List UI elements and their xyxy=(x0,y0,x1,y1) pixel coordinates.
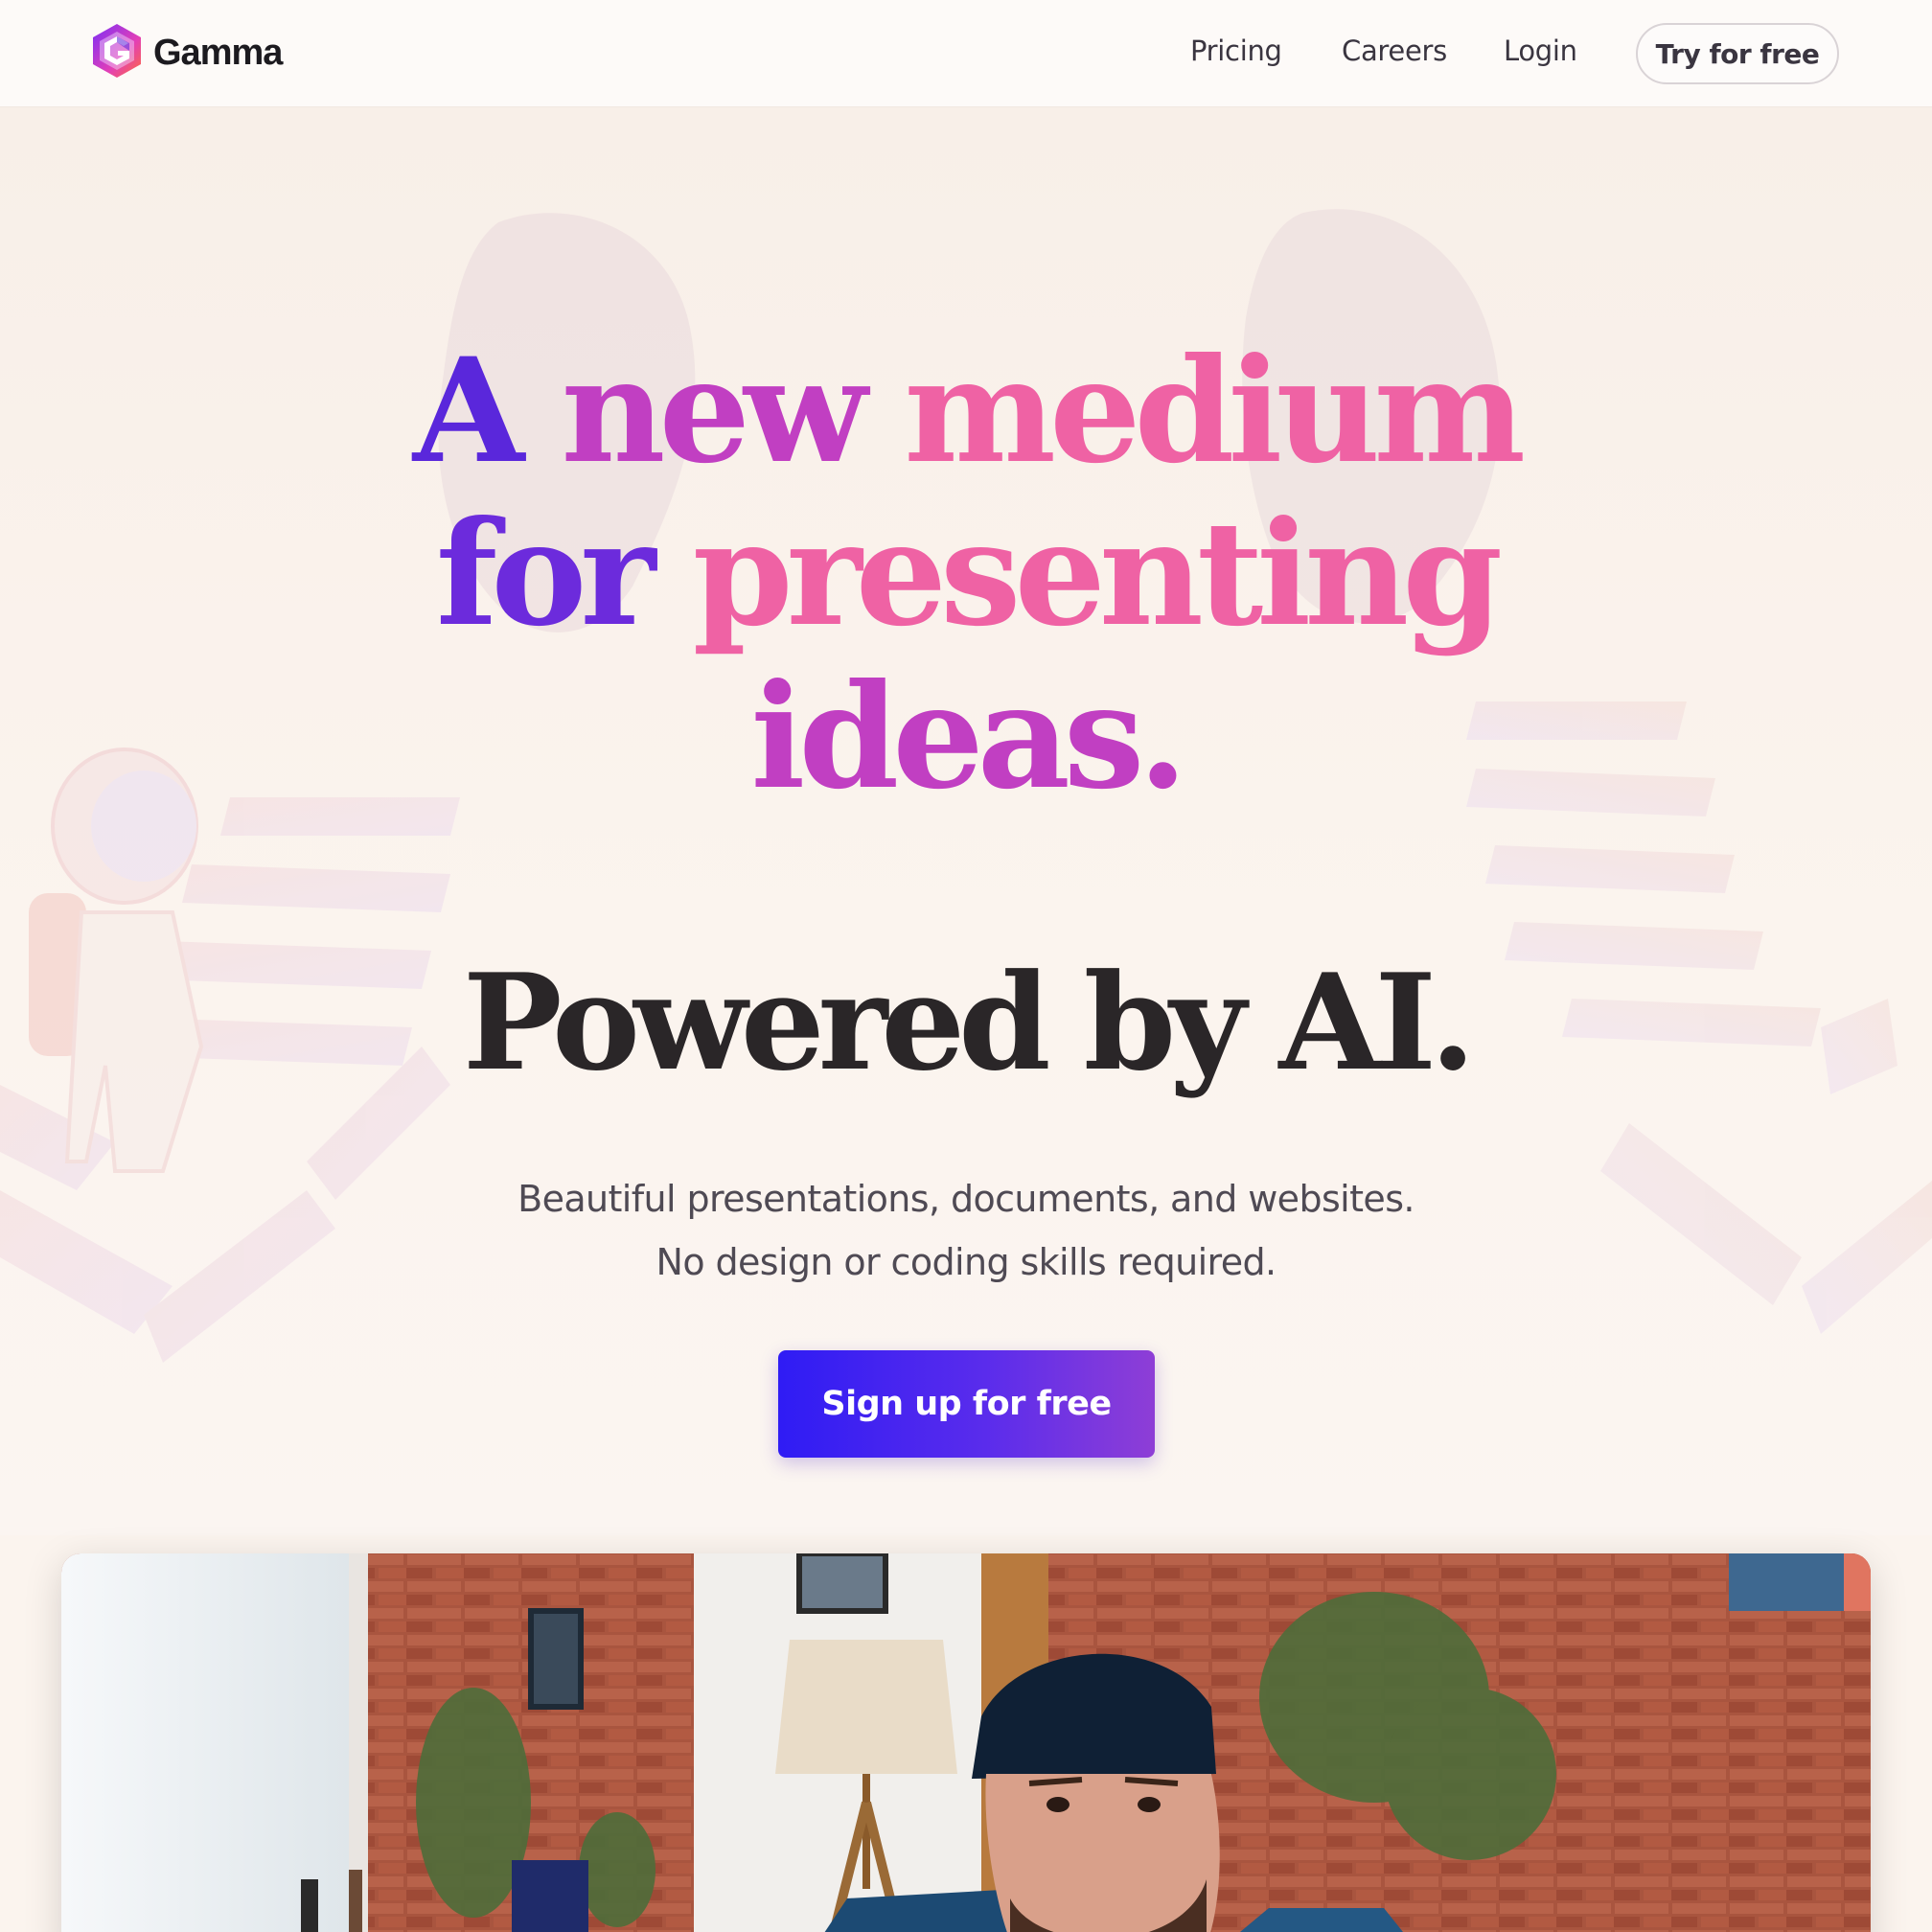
nav-link-login[interactable]: Login xyxy=(1504,34,1577,67)
try-for-free-button[interactable]: Try for free xyxy=(1636,23,1839,84)
nav-link-careers[interactable]: Careers xyxy=(1342,34,1447,67)
video-frame-image xyxy=(61,1553,1871,1932)
top-nav: Gamma Pricing Careers Login Try for free xyxy=(0,0,1932,107)
headline-word: new xyxy=(561,327,867,495)
headline-word: for xyxy=(435,490,656,658)
nav-link-pricing[interactable]: Pricing xyxy=(1190,34,1282,67)
brand-name: Gamma xyxy=(153,32,283,73)
powered-by-ai-heading: Powered by AI. xyxy=(462,944,1476,1100)
sign-up-for-free-button[interactable]: Sign up for free xyxy=(778,1350,1155,1458)
hero-headline: A new medium for presenting ideas. xyxy=(0,330,1932,818)
demo-video[interactable] xyxy=(61,1553,1871,1932)
hero-section: A new medium for presenting ideas. Power… xyxy=(0,107,1932,1535)
headline-word: medium xyxy=(904,327,1526,495)
hero-subtitle-line: Beautiful presentations, documents, and … xyxy=(518,1178,1414,1220)
hero-subtitle-line: No design or coding skills required. xyxy=(656,1241,1277,1283)
hero-background-illustration xyxy=(0,209,1932,1363)
hero-subtitle: Beautiful presentations, documents, and … xyxy=(0,1167,1932,1294)
brand-home-link[interactable]: Gamma xyxy=(90,21,283,84)
headline-word: presenting xyxy=(692,490,1503,658)
headline-word: ideas. xyxy=(750,653,1187,821)
gamma-logo-icon xyxy=(90,22,144,84)
headline-word: A xyxy=(412,327,524,495)
